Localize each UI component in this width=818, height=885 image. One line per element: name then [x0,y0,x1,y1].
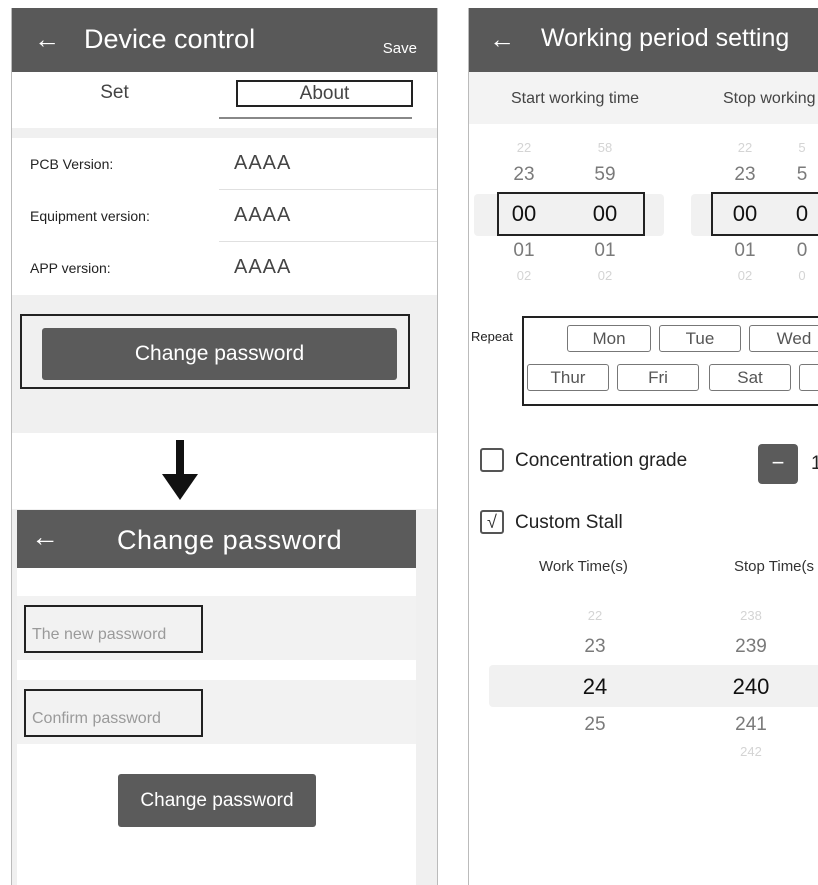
transition-area [12,433,437,509]
tab-about[interactable]: About [236,80,413,107]
picker-value: 241 [735,714,767,735]
picker-value: 239 [735,636,767,657]
equipment-version-label: Equipment version: [30,208,150,224]
change-password-title: Change password [117,525,343,555]
stop-time-highlight [711,192,818,236]
picker-value: 22 [587,608,603,623]
picker-value: 0 [798,268,806,283]
day-wed-button[interactable]: Wed [749,325,818,352]
concentration-grade-value: 1 [811,453,818,475]
custom-stall-checkbox[interactable]: √ [480,510,504,534]
picker-value: 58 [597,140,613,155]
day-fri-button[interactable]: Fri [617,364,699,391]
picker-value: 25 [584,714,606,735]
tab-set[interactable]: Set [12,82,217,104]
picker-value: 238 [740,608,762,623]
change-password-highlight: Change password [20,314,410,389]
picker-value: 01 [734,240,756,261]
pcb-version-value: AAAA [234,152,292,174]
picker-selected-value: 24 [582,674,608,699]
picker-value: 23 [584,636,606,657]
concentration-grade-label: Concentration grade [515,450,688,471]
new-password-field[interactable] [24,605,203,653]
picker-value: 02 [737,268,753,283]
tab-bar: Set About [12,72,437,128]
list-item: Equipment version: AAAA [12,190,437,242]
picker-value: 0 [796,240,808,261]
change-password-button[interactable]: Change password [42,328,397,380]
picker-value: 02 [597,268,613,283]
concentration-grade-checkbox[interactable] [480,448,504,472]
picker-value: 02 [516,268,532,283]
stop-time-column-label: Stop Time(s [734,558,815,575]
working-period-header: ← Working period setting [469,8,818,72]
picker-selected-value: 240 [732,674,770,699]
confirm-password-field[interactable] [24,689,203,737]
device-control-header: ← Device control Save [12,8,437,72]
new-password-row [17,596,416,660]
back-arrow-icon[interactable]: ← [31,522,59,552]
page-title: Working period setting [541,24,790,52]
day-mon-button[interactable]: Mon [567,325,651,352]
change-password-form: Change password [17,568,416,885]
picker-value: 23 [513,164,535,185]
working-period-screen: ← Working period setting Start working t… [468,8,818,885]
day-sat-button[interactable]: Sat [709,364,791,391]
down-arrow-head-icon [162,474,198,500]
change-password-header: ← Change password [17,510,416,568]
time-headers: Start working time Stop working [469,72,818,124]
version-info-list: PCB Version: AAAA Equipment version: AAA… [12,138,437,295]
list-item: APP version: AAAA [12,242,437,294]
picker-value: 23 [734,164,756,185]
app-version-value: AAAA [234,256,292,278]
picker-value: 242 [740,744,762,759]
list-item: PCB Version: AAAA [12,138,437,190]
device-control-screen: ← Device control Save Set About PCB Vers… [11,8,438,885]
day-tue-button[interactable]: Tue [659,325,741,352]
picker-value: 01 [594,240,616,261]
save-button[interactable]: Save [383,40,417,57]
start-time-highlight [497,192,645,236]
custom-stall-label: Custom Stall [515,512,623,533]
picker-value: 5 [798,140,806,155]
equipment-version-value: AAAA [234,204,292,226]
confirm-password-row [17,680,416,744]
start-time-label: Start working time [511,90,640,107]
decrease-button[interactable]: − [758,444,798,484]
repeat-label: Repeat [471,329,513,344]
day-sun-button[interactable] [799,364,818,391]
stop-time-label: Stop working [723,90,816,107]
work-time-label: Work Time(s) [539,558,628,575]
day-thur-button[interactable]: Thur [527,364,609,391]
submit-change-password-button[interactable]: Change password [118,774,316,827]
picker-value: 22 [516,140,532,155]
back-arrow-icon[interactable]: ← [489,26,515,52]
down-arrow-icon [176,440,184,478]
pcb-version-label: PCB Version: [30,156,114,172]
page-title: Device control [84,24,256,54]
picker-value: 01 [513,240,535,261]
repeat-days-highlight: Mon Tue Wed Thur Fri Sat [522,316,818,406]
picker-value: 5 [796,164,808,185]
back-arrow-icon[interactable]: ← [34,26,60,52]
app-version-label: APP version: [30,260,111,276]
picker-value: 22 [737,140,753,155]
active-tab-indicator [219,117,412,119]
picker-value: 59 [594,164,616,185]
